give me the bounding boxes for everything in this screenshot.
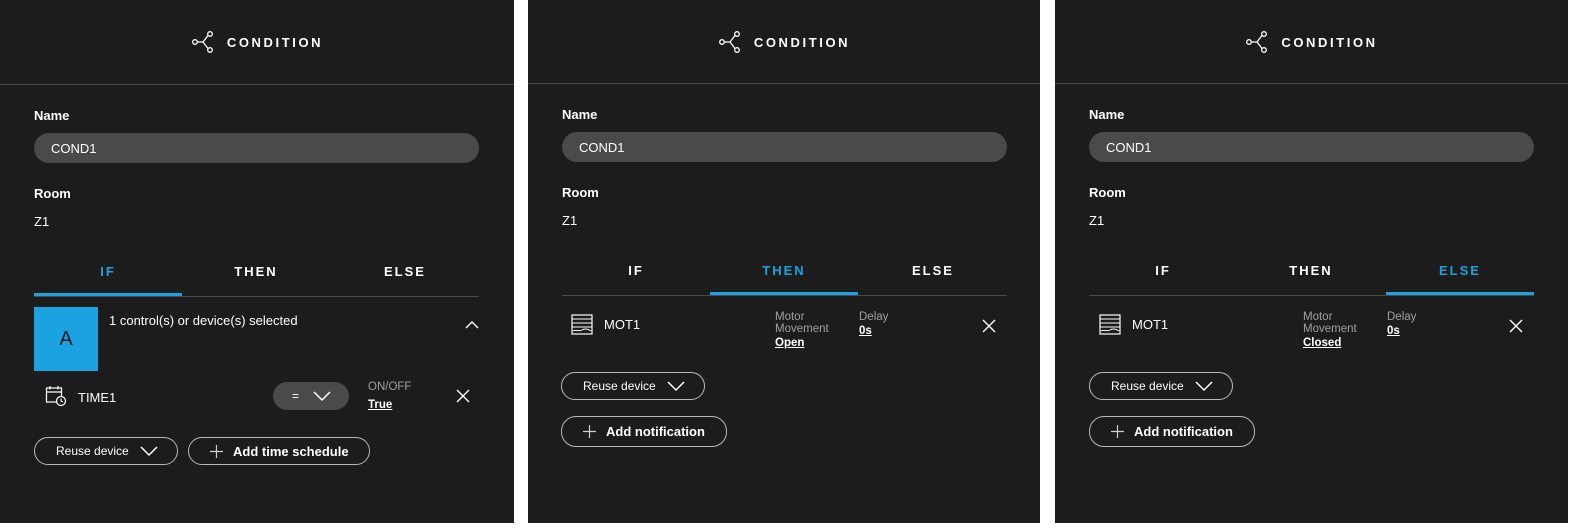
- selection-text: 1 control(s) or device(s) selected: [109, 313, 298, 328]
- property-label-motor: Motor: [1303, 311, 1333, 323]
- plus-icon: [1111, 425, 1124, 438]
- add-notification-button[interactable]: Add notification: [1089, 416, 1255, 447]
- condition-panel-else: CONDITION Name COND1 Room Z1 IF THEN ELS…: [1055, 0, 1568, 523]
- divider: [1055, 83, 1568, 84]
- delay-value[interactable]: 0s: [1387, 325, 1400, 337]
- add-time-schedule-button[interactable]: Add time schedule: [188, 437, 370, 465]
- blind-icon: [1099, 314, 1121, 335]
- delay-value[interactable]: 0s: [859, 325, 872, 337]
- room-label: Room: [562, 185, 599, 200]
- reuse-device-button[interactable]: Reuse device: [561, 372, 705, 400]
- room-value: Z1: [34, 214, 50, 229]
- close-icon[interactable]: [455, 388, 471, 404]
- chevron-down-icon: [667, 381, 685, 392]
- room-label: Room: [34, 186, 71, 201]
- name-value: COND1: [1106, 140, 1152, 155]
- property-value[interactable]: True: [368, 399, 392, 411]
- property-value[interactable]: Closed: [1303, 337, 1341, 349]
- tab-then[interactable]: THEN: [182, 258, 330, 296]
- device-name: TIME1: [78, 390, 117, 405]
- tab-bar: IF THEN ELSE: [1089, 257, 1534, 296]
- reuse-device-label: Reuse device: [1111, 379, 1184, 393]
- share-nodes-icon: [1246, 31, 1268, 53]
- property-value[interactable]: Open: [775, 337, 804, 349]
- reuse-device-label: Reuse device: [56, 444, 129, 458]
- property-label-movement: Movement: [1303, 323, 1357, 335]
- divider: [528, 83, 1040, 84]
- panel-header: CONDITION: [528, 28, 1040, 56]
- device-name: MOT1: [604, 317, 641, 332]
- name-field[interactable]: COND1: [1089, 132, 1534, 162]
- operator-dropdown[interactable]: =: [273, 382, 349, 410]
- room-value: Z1: [1089, 213, 1105, 228]
- name-field[interactable]: COND1: [562, 132, 1007, 162]
- add-notification-button[interactable]: Add notification: [561, 416, 727, 447]
- property-label-motor: Motor: [775, 311, 805, 323]
- share-nodes-icon: [718, 31, 740, 53]
- panel-title: CONDITION: [753, 34, 851, 50]
- plus-icon: [210, 444, 223, 458]
- chevron-down-icon: [1195, 381, 1213, 392]
- name-value: COND1: [579, 140, 625, 155]
- room-value: Z1: [562, 213, 578, 228]
- property-label: ON/OFF: [368, 381, 412, 393]
- room-label: Room: [1089, 185, 1126, 200]
- add-notification-label: Add notification: [606, 424, 705, 439]
- tab-else[interactable]: ELSE: [331, 258, 479, 296]
- tab-else[interactable]: ELSE: [859, 257, 1007, 295]
- panel-title: CONDITION: [1281, 34, 1378, 50]
- delay-label: Delay: [1387, 311, 1417, 323]
- name-value: COND1: [51, 141, 97, 156]
- name-label: Name: [1089, 107, 1125, 122]
- tab-bar: IF THEN ELSE: [34, 258, 479, 297]
- tab-if[interactable]: IF: [1089, 257, 1237, 295]
- reuse-device-button[interactable]: Reuse device: [34, 437, 178, 465]
- tab-if[interactable]: IF: [34, 258, 182, 296]
- blind-icon: [571, 314, 593, 335]
- operator-value: =: [292, 389, 300, 403]
- name-label: Name: [34, 108, 70, 123]
- tab-bar: IF THEN ELSE: [562, 257, 1007, 296]
- add-time-schedule-label: Add time schedule: [233, 443, 349, 459]
- add-notification-label: Add notification: [1134, 424, 1233, 439]
- tab-then[interactable]: THEN: [1237, 257, 1385, 295]
- delay-label: Delay: [859, 311, 889, 323]
- tab-if[interactable]: IF: [562, 257, 710, 295]
- chevron-down-icon: [313, 391, 331, 402]
- tab-then[interactable]: THEN: [710, 257, 858, 295]
- close-icon[interactable]: [981, 318, 997, 334]
- reuse-device-label: Reuse device: [583, 379, 656, 393]
- panel-header: CONDITION: [0, 28, 514, 56]
- property-label-movement: Movement: [775, 323, 829, 335]
- chevron-down-icon: [140, 446, 158, 457]
- chevron-up-icon[interactable]: [465, 320, 479, 330]
- share-nodes-icon: [191, 31, 213, 53]
- name-field[interactable]: COND1: [34, 133, 479, 163]
- name-label: Name: [562, 107, 598, 122]
- panel-title: CONDITION: [226, 34, 324, 50]
- selection-avatar[interactable]: A: [34, 307, 98, 371]
- reuse-device-button[interactable]: Reuse device: [1089, 372, 1233, 400]
- condition-panel-if: CONDITION Name COND1 Room Z1 IF THEN ELS…: [0, 0, 514, 523]
- panel-header: CONDITION: [1055, 28, 1568, 56]
- plus-icon: [583, 425, 596, 438]
- calendar-clock-icon: [45, 386, 67, 407]
- tab-else[interactable]: ELSE: [1386, 257, 1534, 295]
- condition-panel-then: CONDITION Name COND1 Room Z1 IF THEN ELS…: [528, 0, 1040, 523]
- divider: [0, 84, 514, 85]
- close-icon[interactable]: [1508, 318, 1524, 334]
- device-name: MOT1: [1132, 317, 1169, 332]
